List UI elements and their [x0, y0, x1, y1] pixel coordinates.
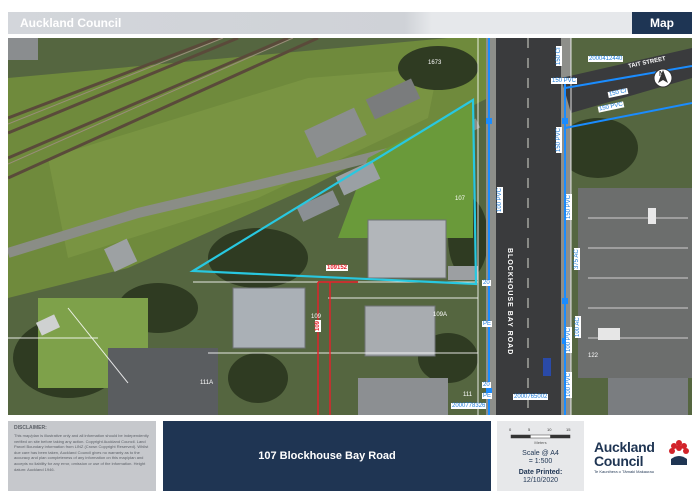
road-name-label: BLOCKHOUSE BAY ROAD — [506, 248, 513, 356]
logo-text-council: Council — [594, 453, 644, 469]
footpath-label-a: 20 — [482, 280, 491, 286]
parked-car — [648, 208, 656, 224]
house-109a — [364, 305, 436, 357]
asset-id-label: 2000778326 — [451, 403, 487, 409]
page-header: Auckland Council Map — [8, 12, 692, 34]
footpath-west — [486, 38, 496, 415]
map-badge: Map — [632, 12, 692, 34]
header-title: Auckland Council — [20, 16, 122, 30]
house-111 — [358, 378, 448, 415]
moving-car — [543, 358, 551, 376]
asset-id-label: 2000412440 — [588, 56, 624, 62]
pipe-label: 150 PVC — [556, 126, 562, 153]
council-logo: Auckland Council Te Kaunihera o Tāmaki M… — [590, 421, 692, 491]
pipe-label: 375 AC — [574, 248, 580, 270]
footpath-label-b: PE — [482, 321, 493, 327]
scale-tick: 5 — [528, 427, 531, 432]
scale-bar: 0 5 10 15 Meters — [509, 427, 572, 445]
scale-tick: 10 — [547, 427, 552, 432]
scale-label: Scale @ A4 — [522, 450, 559, 457]
parcel-code-label: 109 — [315, 319, 322, 333]
scale-units: Meters — [534, 440, 547, 445]
property-id-label: 109152 — [326, 265, 349, 271]
date-printed-value: 12/10/2020 — [522, 477, 559, 484]
aerial-map[interactable]: BLOCKHOUSE BAY ROAD TAIT STREET N 109152… — [8, 38, 692, 415]
disclaimer-box: DISCLAIMER: This map/plan is illustrativ… — [8, 421, 156, 491]
scale-tick: 15 — [566, 427, 571, 432]
address-number: 107 — [455, 196, 466, 202]
north-label: N — [659, 71, 665, 78]
house-107 — [367, 219, 447, 279]
address-text: 107 Blockhouse Bay Road — [258, 450, 396, 462]
car-park — [578, 188, 692, 378]
pipe-label: 150 PVC — [551, 78, 578, 84]
date-printed-label: Date Printed: — [518, 469, 563, 476]
asset-id-label: 2000765002 — [513, 394, 549, 400]
disclaimer-title: DISCLAIMER: — [14, 425, 47, 431]
pipe-label: 150 CI — [556, 46, 562, 66]
footpath-label-d: PE — [482, 393, 493, 399]
address-number: 1673 — [428, 60, 442, 66]
pipe-label: 100 PVC — [497, 186, 503, 213]
address-banner: 107 Blockhouse Bay Road — [163, 421, 491, 491]
scale-bar-graphic — [510, 434, 571, 439]
pipe-label: 100 AC — [575, 316, 581, 338]
pipe-label: 100 PVC — [566, 326, 572, 353]
pipe-label: 100 PVC — [566, 371, 572, 398]
address-number: 111 — [463, 392, 473, 398]
house-109 — [232, 287, 306, 349]
pohutukawa-logo-icon — [669, 440, 689, 465]
pipe-label: 150 PVC — [566, 193, 572, 220]
scale-tick: 0 — [509, 427, 512, 432]
scale-panel: 0 5 10 15 Meters Scale @ A4 = 1:500 Date… — [497, 421, 584, 491]
disclaimer-text: This map/plan is illustrative only and a… — [14, 433, 149, 472]
scale-value: = 1:500 — [528, 458, 553, 465]
logo-maori-text: Te Kaunihera o Tāmaki Makaurau — [594, 469, 654, 474]
address-number: 109 — [311, 314, 322, 320]
address-number: 122 — [588, 353, 599, 359]
footpath-label-c: 20 — [482, 382, 491, 388]
address-number: 111A — [200, 380, 214, 386]
address-number: 109A — [433, 312, 448, 318]
